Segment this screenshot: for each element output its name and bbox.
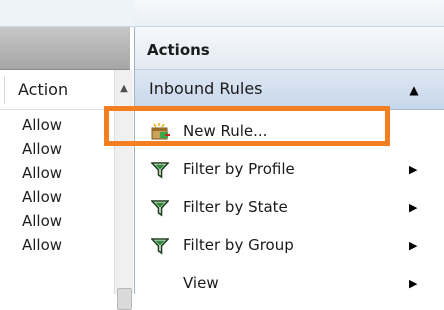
collapse-triangle-up-icon[interactable]: ▲ [403, 80, 425, 100]
rules-list-pane: Action Allow Allow Allow Allow Allow All… [0, 27, 134, 310]
action-filter-by-group[interactable]: Filter by Group ▶ [135, 227, 444, 265]
actions-pane: Actions Inbound Rules ▲ New Rule... Filt… [134, 27, 444, 294]
scroll-thumb[interactable] [117, 288, 132, 310]
table-row[interactable]: Allow [0, 185, 114, 209]
view-label: View [183, 274, 219, 292]
actions-list: New Rule... Filter by Profile ▶ Filter b… [135, 113, 444, 303]
new-rule-icon [151, 123, 170, 141]
submenu-arrow-icon: ▶ [409, 239, 418, 252]
filter-funnel-icon [150, 161, 170, 179]
new-rule-label: New Rule... [183, 122, 268, 140]
column-divider[interactable] [4, 76, 5, 104]
table-row[interactable]: Allow [0, 233, 114, 257]
rules-pane-header [0, 27, 130, 70]
table-row[interactable]: Allow [0, 161, 114, 185]
scroll-up-arrow-icon[interactable]: ▲ [115, 70, 133, 108]
inbound-rules-section-header[interactable]: Inbound Rules ▲ [135, 70, 444, 110]
submenu-arrow-icon: ▶ [409, 163, 418, 176]
filter-by-profile-label: Filter by Profile [183, 160, 295, 178]
actions-pane-title-bar: Actions [135, 27, 444, 70]
actions-title: Actions [147, 41, 210, 59]
filter-by-group-label: Filter by Group [183, 236, 294, 254]
action-view[interactable]: View ▶ [135, 265, 444, 303]
filter-by-state-label: Filter by State [183, 198, 288, 216]
rules-rows: Allow Allow Allow Allow Allow Allow [0, 113, 114, 257]
filter-funnel-icon [150, 237, 170, 255]
submenu-arrow-icon: ▶ [409, 201, 418, 214]
table-row[interactable]: Allow [0, 113, 114, 137]
table-row[interactable]: Allow [0, 137, 114, 161]
table-row[interactable]: Allow [0, 209, 114, 233]
submenu-arrow-icon: ▶ [409, 277, 418, 290]
filter-funnel-icon [150, 199, 170, 217]
action-filter-by-state[interactable]: Filter by State ▶ [135, 189, 444, 227]
action-filter-by-profile[interactable]: Filter by Profile ▶ [135, 151, 444, 189]
vertical-scrollbar[interactable]: ▲ [114, 70, 133, 310]
action-column-header[interactable]: Action [0, 70, 130, 110]
action-column-label: Action [18, 80, 69, 99]
action-new-rule[interactable]: New Rule... [135, 113, 444, 151]
window-top-bar [0, 0, 444, 27]
actions-top-strip [134, 0, 444, 26]
inbound-rules-label: Inbound Rules [149, 79, 263, 98]
